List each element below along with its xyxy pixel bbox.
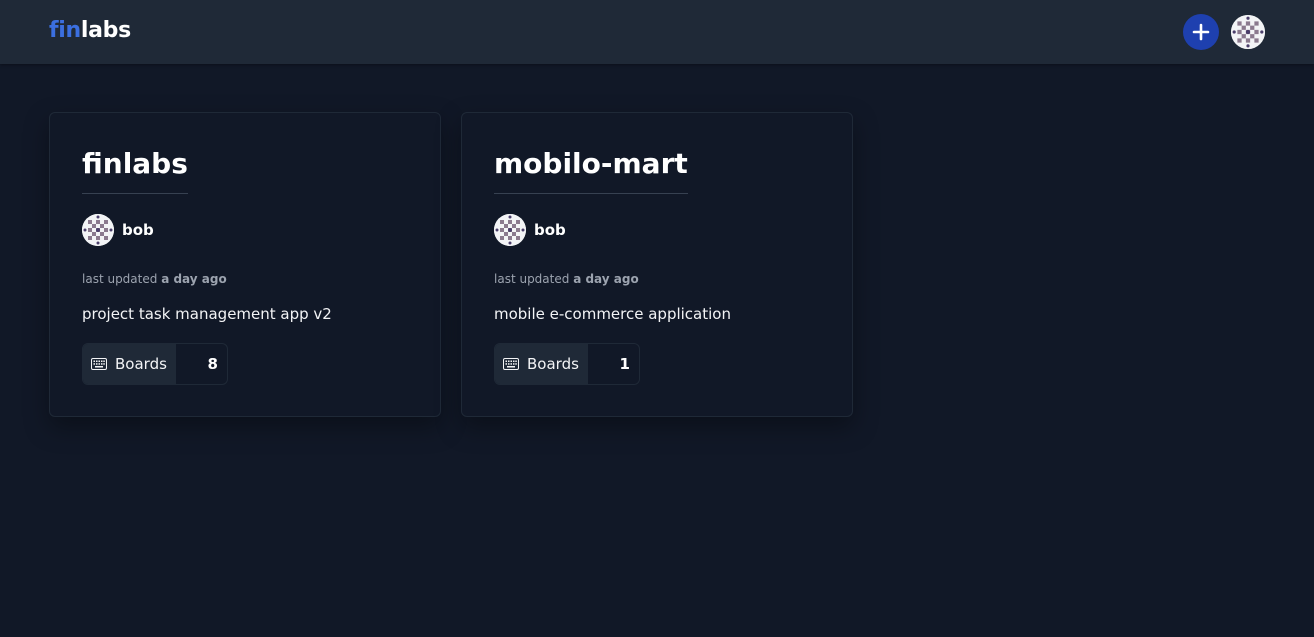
project-title: finlabs <box>82 145 188 194</box>
last-updated-prefix: last updated <box>494 272 570 286</box>
add-project-button[interactable] <box>1183 14 1219 50</box>
boards-count-badge[interactable]: Boards 8 <box>82 343 228 385</box>
owner-avatar-icon <box>494 214 526 246</box>
owner-avatar-icon <box>82 214 114 246</box>
owner-name: bob <box>534 221 566 239</box>
keyboard-icon <box>91 358 107 370</box>
boards-label: Boards <box>527 355 579 373</box>
project-description: project task management app v2 <box>82 305 332 323</box>
owner-name: bob <box>122 221 154 239</box>
keyboard-icon <box>503 358 519 370</box>
boards-label-box: Boards <box>495 344 588 384</box>
top-navbar: finlabs <box>0 0 1314 64</box>
boards-count: 8 <box>207 355 218 373</box>
project-card-finlabs[interactable]: finlabs bob last updated a day ago proje… <box>49 112 441 417</box>
boards-label-box: Boards <box>83 344 176 384</box>
last-updated-value: a day ago <box>161 272 227 286</box>
project-card-mobilo-mart[interactable]: mobilo-mart bob last updated a day ago m… <box>461 112 853 417</box>
project-owner: bob <box>494 214 566 246</box>
project-title: mobilo-mart <box>494 145 688 194</box>
boards-count-badge[interactable]: Boards 1 <box>494 343 640 385</box>
logo-fin: fin <box>49 18 81 43</box>
app-logo[interactable]: finlabs <box>49 17 131 45</box>
user-avatar-icon[interactable] <box>1231 15 1265 49</box>
last-updated-value: a day ago <box>573 272 639 286</box>
last-updated-prefix: last updated <box>82 272 158 286</box>
plus-icon <box>1192 23 1210 41</box>
last-updated: last updated a day ago <box>82 272 227 286</box>
project-description: mobile e-commerce application <box>494 305 731 323</box>
logo-labs: labs <box>80 18 131 43</box>
last-updated: last updated a day ago <box>494 272 639 286</box>
boards-label: Boards <box>115 355 167 373</box>
boards-count: 1 <box>619 355 630 373</box>
project-owner: bob <box>82 214 154 246</box>
